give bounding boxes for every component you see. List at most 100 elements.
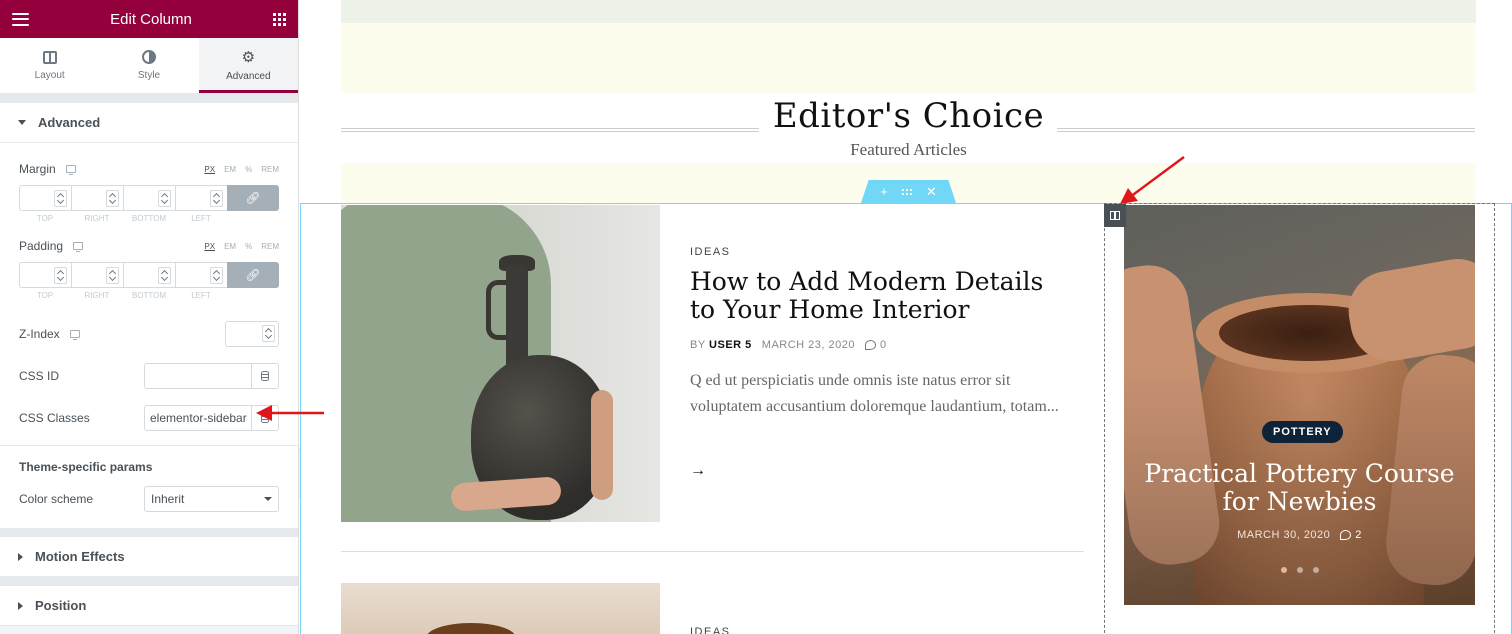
- css-classes-field[interactable]: elementor-sidebar: [144, 405, 279, 431]
- drag-handle-icon[interactable]: [901, 188, 912, 195]
- section-advanced-toggle[interactable]: Advanced: [0, 103, 298, 143]
- unit-em[interactable]: EM: [224, 165, 236, 174]
- z-index-label: Z-Index: [19, 327, 60, 341]
- unit-percent[interactable]: %: [245, 242, 252, 251]
- heading-block[interactable]: Editor's Choice Featured Articles: [341, 96, 1476, 160]
- unit-percent[interactable]: %: [245, 165, 252, 174]
- post-category[interactable]: IDEAS: [690, 246, 731, 258]
- post-category[interactable]: IDEAS: [690, 626, 731, 634]
- add-section-icon[interactable]: +: [880, 184, 888, 199]
- link-icon: 🔗︎: [245, 268, 261, 282]
- unit-rem[interactable]: REM: [261, 165, 279, 174]
- stepper-icon[interactable]: [262, 325, 275, 342]
- featured-category-badge[interactable]: POTTERY: [1262, 421, 1343, 443]
- padding-label: Padding: [19, 239, 64, 253]
- delete-section-icon[interactable]: ✕: [926, 184, 937, 200]
- comment-count[interactable]: 2: [1355, 529, 1362, 541]
- panel-header: Edit Column: [0, 0, 298, 38]
- column-icon: [1110, 211, 1120, 220]
- section-position-label: Position: [35, 598, 87, 613]
- tab-advanced[interactable]: ⚙ Advanced: [198, 38, 298, 93]
- slider-dot[interactable]: [1312, 567, 1319, 573]
- padding-left-input[interactable]: [175, 262, 227, 288]
- database-icon: [261, 371, 269, 381]
- post-title[interactable]: How to Add Modern Details to Your Home I…: [690, 268, 1070, 324]
- unit-em[interactable]: EM: [224, 242, 236, 251]
- thumbnail-art: [426, 623, 516, 634]
- menu-icon[interactable]: [12, 12, 29, 26]
- side-label: TOP: [36, 291, 54, 300]
- side-label: BOTTOM: [131, 214, 167, 223]
- side-label: BOTTOM: [131, 291, 167, 300]
- margin-side-labels: TOP RIGHT BOTTOM LEFT: [19, 214, 279, 226]
- margin-bottom-input[interactable]: [123, 185, 175, 211]
- post-thumbnail[interactable]: [341, 205, 660, 522]
- widgets-grid-icon[interactable]: [272, 12, 286, 26]
- tab-layout[interactable]: Layout: [0, 38, 99, 93]
- featured-slider[interactable]: POTTERY Practical Pottery Course for New…: [1124, 205, 1475, 605]
- dynamic-tags-button[interactable]: [251, 364, 278, 388]
- dynamic-tags-button[interactable]: [251, 406, 278, 430]
- side-label: TOP: [36, 214, 54, 223]
- section-motion-effects-label: Motion Effects: [35, 549, 125, 564]
- comment-icon: [865, 340, 877, 350]
- padding-units: PX EM % REM: [204, 242, 279, 251]
- theme-params-controls: Theme-specific params Color scheme Inher…: [0, 446, 298, 528]
- chevron-down-icon: [264, 497, 272, 501]
- margin-right-input[interactable]: [71, 185, 123, 211]
- stepper-icon[interactable]: [54, 190, 67, 207]
- caret-right-icon: [18, 552, 23, 561]
- post-divider: [341, 551, 1084, 552]
- section-motion-effects-toggle[interactable]: Motion Effects: [0, 537, 298, 577]
- slider-dot[interactable]: [1296, 567, 1303, 573]
- post-thumbnail[interactable]: [341, 583, 660, 634]
- margin-left-input[interactable]: [175, 185, 227, 211]
- comment-count[interactable]: 0: [880, 339, 887, 351]
- color-scheme-row: Color scheme Inherit: [19, 486, 279, 512]
- css-classes-value[interactable]: elementor-sidebar: [145, 406, 251, 430]
- post-author[interactable]: USER 5: [709, 339, 752, 351]
- read-more-arrow-icon[interactable]: →: [690, 462, 706, 480]
- panel-tabs: Layout Style ⚙ Advanced: [0, 38, 298, 94]
- post-byline: BY USER 5 MARCH 23, 2020 0: [690, 339, 887, 351]
- tab-style[interactable]: Style: [99, 38, 198, 93]
- caret-right-icon: [18, 601, 23, 610]
- edit-column-handle[interactable]: [1104, 204, 1126, 227]
- unit-rem[interactable]: REM: [261, 242, 279, 251]
- by-label: BY: [690, 339, 706, 351]
- z-index-input[interactable]: [225, 321, 279, 347]
- margin-top-input[interactable]: [19, 185, 71, 211]
- responsive-desktop-icon[interactable]: [69, 330, 80, 340]
- post-date: MARCH 23, 2020: [761, 339, 856, 351]
- stepper-icon[interactable]: [106, 190, 119, 207]
- margin-link-button[interactable]: 🔗︎: [227, 185, 279, 211]
- stepper-icon[interactable]: [106, 267, 119, 284]
- section-position-toggle[interactable]: Position: [0, 586, 298, 626]
- responsive-desktop-icon[interactable]: [65, 165, 76, 175]
- padding-right-input[interactable]: [71, 262, 123, 288]
- css-id-field[interactable]: [144, 363, 279, 389]
- unit-px[interactable]: PX: [204, 165, 215, 174]
- side-label: LEFT: [191, 214, 211, 223]
- margin-label: Margin: [19, 162, 56, 176]
- featured-title[interactable]: Practical Pottery Course for Newbies: [1139, 460, 1460, 516]
- margin-dimensions: 🔗︎: [19, 185, 279, 211]
- layout-icon: [42, 50, 57, 64]
- stepper-icon[interactable]: [210, 190, 223, 207]
- padding-top-input[interactable]: [19, 262, 71, 288]
- stepper-icon[interactable]: [54, 267, 67, 284]
- slider-dot[interactable]: [1280, 567, 1287, 573]
- css-id-value[interactable]: [145, 364, 251, 388]
- color-scheme-select[interactable]: Inherit: [144, 486, 279, 512]
- responsive-desktop-icon[interactable]: [73, 242, 84, 252]
- css-id-label: CSS ID: [19, 369, 60, 383]
- padding-bottom-input[interactable]: [123, 262, 175, 288]
- padding-link-button[interactable]: 🔗︎: [227, 262, 279, 288]
- unit-px[interactable]: PX: [204, 242, 215, 251]
- side-label: RIGHT: [84, 291, 110, 300]
- section-subheading: Featured Articles: [850, 140, 967, 159]
- stepper-icon[interactable]: [158, 190, 171, 207]
- spacer: [0, 94, 298, 103]
- stepper-icon[interactable]: [158, 267, 171, 284]
- stepper-icon[interactable]: [210, 267, 223, 284]
